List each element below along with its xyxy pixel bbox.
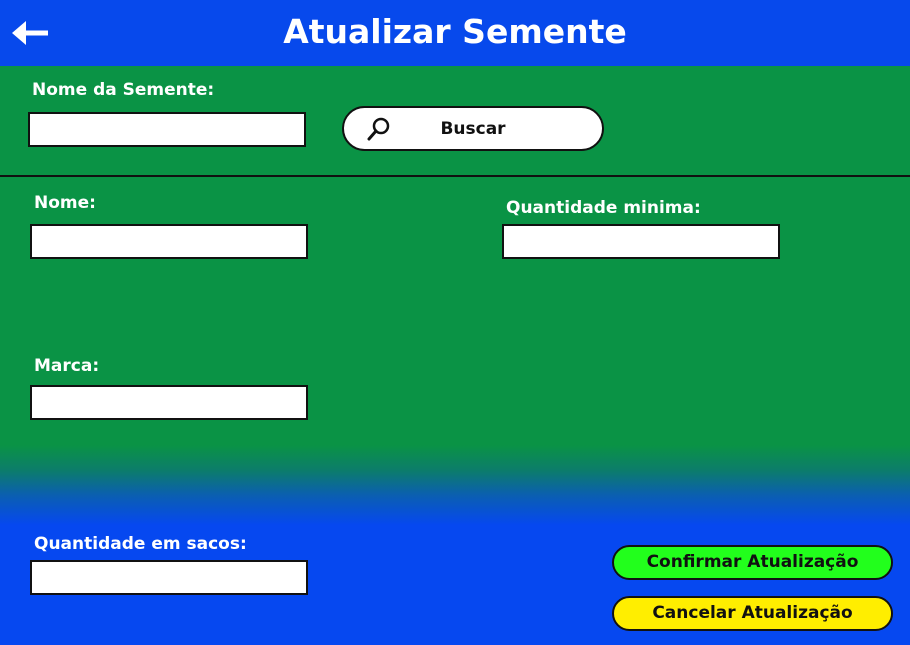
page-title: Atualizar Semente: [283, 12, 627, 51]
cancel-update-button[interactable]: Cancelar Atualização: [612, 596, 893, 631]
confirm-update-button[interactable]: Confirmar Atualização: [612, 545, 893, 580]
min-quantity-label: Quantidade minima:: [506, 198, 701, 218]
brand-input[interactable]: [30, 385, 308, 420]
bags-quantity-input[interactable]: [30, 560, 308, 595]
seed-name-search-input[interactable]: [28, 112, 306, 147]
min-quantity-input[interactable]: [502, 224, 780, 259]
section-divider: [0, 175, 910, 177]
header-bar: Atualizar Semente: [0, 0, 910, 66]
brand-label: Marca:: [34, 356, 100, 376]
search-button-label: Buscar: [440, 119, 506, 139]
bags-quantity-label: Quantidade em sacos:: [34, 534, 247, 554]
search-button[interactable]: Buscar: [342, 106, 604, 151]
name-input[interactable]: [30, 224, 308, 259]
name-label: Nome:: [34, 193, 96, 213]
seed-name-label: Nome da Semente:: [32, 80, 215, 100]
